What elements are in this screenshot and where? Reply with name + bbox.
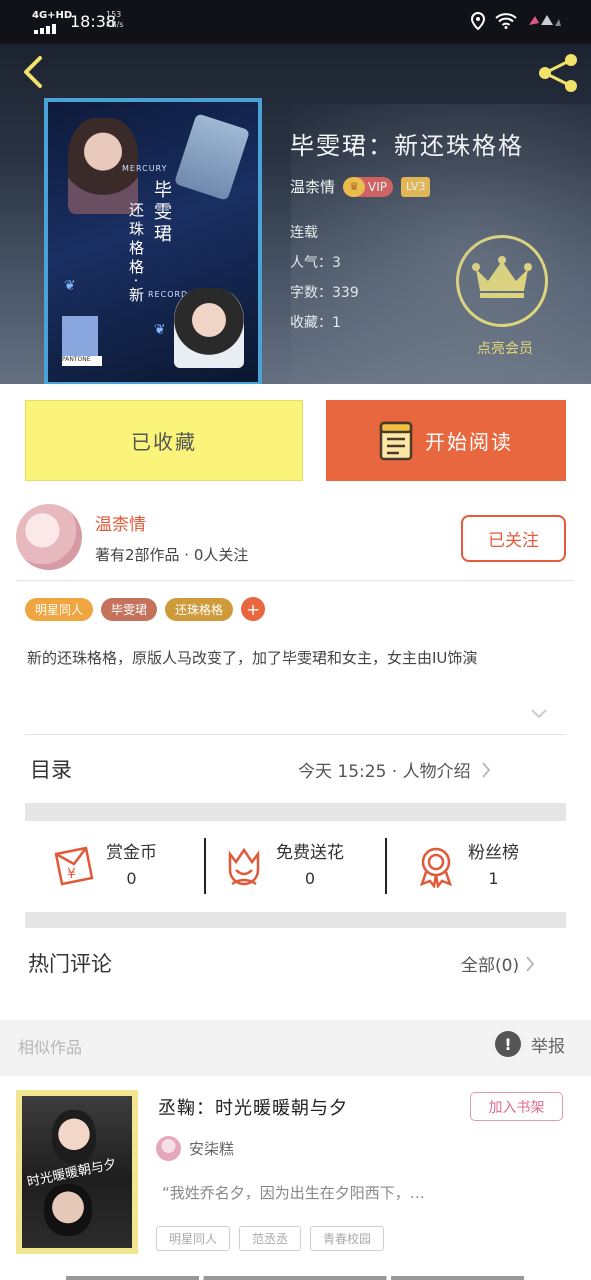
tag[interactable]: 明星同人 (156, 1226, 231, 1251)
butterfly-icon: ❦ (154, 322, 166, 338)
divider (25, 734, 566, 735)
book-icon (379, 421, 413, 460)
reward-coins-stat[interactable]: ¥ 赏金币 0 (52, 838, 157, 894)
cover-title-col2: 还珠格格·新 (127, 202, 145, 306)
section-separator (25, 912, 566, 928)
book-popularity: 人气：3 (290, 255, 341, 271)
home-indicator (66, 1276, 524, 1280)
wifi-icon (495, 13, 517, 29)
toc-latest[interactable]: 今天 15:25 · 人物介绍 (298, 757, 491, 782)
back-icon[interactable] (16, 54, 52, 90)
vip-badge: ♛ VIP (343, 176, 393, 197)
book-word-count: 字数：339 (290, 285, 359, 301)
start-reading-button[interactable]: 开始阅读 (326, 400, 566, 481)
similar-work-author[interactable]: 安柒糕 (156, 1136, 234, 1161)
similar-works-title: 相似作品 (18, 1038, 83, 1057)
send-flower-stat[interactable]: 免费送花 0 (222, 838, 344, 894)
tag[interactable]: 范丞丞 (239, 1226, 302, 1251)
network-speed: 153 KB/s (106, 10, 124, 29)
status-bar: 4G+HD 18:38 153 KB/s (0, 0, 591, 44)
network-indicator: 4G+HD (32, 10, 73, 21)
add-tag-button[interactable]: + (241, 597, 266, 621)
share-icon[interactable] (535, 50, 581, 96)
signal-icon (34, 24, 56, 34)
report-button[interactable]: ! 举报 (495, 1031, 565, 1057)
book-header: MERCURY 毕雯珺 还珠格格·新 RECORD ❦ ❦ 毕雯珺：新还珠格格 … (0, 44, 591, 384)
avatar[interactable] (16, 504, 82, 570)
book-status: 连载 (290, 225, 318, 241)
flower-icon (228, 847, 260, 886)
similar-work-card[interactable]: 时光暖暖朝与夕 丞鞠：时光暖暖朝与夕 加入书架 安柒糕 “我姓乔名夕，因为出生在… (0, 1076, 591, 1280)
cover-brand-text: MERCURY (122, 164, 168, 173)
crown-icon (472, 256, 532, 298)
author-row: 温柰情 ♛ VIP LV3 (290, 176, 431, 197)
all-comments-link[interactable]: 全部(0) (461, 951, 535, 976)
hot-comments-title: 热门评论 (28, 952, 112, 976)
cover-photo-male (174, 288, 244, 368)
divider (16, 580, 574, 581)
book-cover[interactable]: MERCURY 毕雯珺 还珠格格·新 RECORD ❦ ❦ (44, 98, 262, 384)
tag[interactable]: 还珠格格 (165, 597, 234, 621)
author-works-summary: 著有2部作品 · 0人关注 (95, 546, 249, 564)
tag-list: 明星同人 毕雯珺 还珠格格 + (25, 597, 266, 621)
cover-device-illustration (173, 113, 251, 201)
member-button[interactable] (456, 235, 548, 327)
crown-icon: ♛ (343, 176, 366, 197)
author-name-link[interactable]: 温柰情 (95, 510, 146, 535)
similar-work-tags: 明星同人 范丞丞 青春校园 (156, 1226, 385, 1251)
butterfly-icon: ❦ (64, 278, 76, 294)
toc-label[interactable]: 目录 (30, 754, 72, 784)
cover-pantone-card (62, 316, 102, 366)
author-name[interactable]: 温柰情 (290, 176, 335, 197)
add-to-bookshelf-button[interactable]: 加入书架 (470, 1092, 563, 1121)
chevron-right-icon (481, 761, 490, 778)
location-icon (471, 12, 485, 30)
divider (385, 838, 387, 894)
notification-icon (529, 15, 561, 26)
tag[interactable]: 青春校园 (310, 1226, 385, 1251)
follow-button[interactable]: 已关注 (461, 515, 566, 562)
fan-ranking-stat[interactable]: 粉丝榜 1 (414, 838, 519, 894)
book-description: 新的还珠格格，原版人马改变了，加了毕雯珺和女主，女主由IU饰演 (27, 649, 478, 667)
tag[interactable]: 毕雯珺 (101, 597, 158, 621)
divider (204, 838, 206, 894)
similar-work-cover[interactable]: 时光暖暖朝与夕 (16, 1090, 138, 1254)
similar-work-excerpt: “我姓乔名夕，因为出生在夕阳西下，… (162, 1184, 425, 1202)
cover-title-col1: 毕雯珺 (151, 180, 172, 246)
chevron-down-icon[interactable] (530, 708, 548, 720)
similar-work-title[interactable]: 丞鞠：时光暖暖朝与夕 (158, 1094, 348, 1120)
alert-icon: ! (495, 1031, 521, 1057)
red-envelope-icon: ¥ (54, 846, 94, 886)
medal-icon (419, 847, 453, 888)
level-badge: LV3 (401, 176, 431, 197)
tag[interactable]: 明星同人 (25, 597, 94, 621)
book-meta: 连载 人气：3 字数：339 收藏：1 (290, 218, 359, 338)
book-title: 毕雯珺：新还珠格格 (290, 132, 524, 160)
section-separator (25, 803, 566, 821)
member-label[interactable]: 点亮会员 (460, 338, 550, 358)
svg-text:¥: ¥ (67, 866, 76, 882)
collected-button[interactable]: 已收藏 (25, 400, 303, 481)
book-detail-body: 已收藏 开始阅读 温柰情 著有2部作品 · 0人关注 已关注 明星同人 毕雯珺 … (0, 384, 591, 1020)
book-favorites: 收藏：1 (290, 315, 341, 331)
chevron-right-icon (526, 955, 535, 972)
avatar (156, 1136, 181, 1161)
